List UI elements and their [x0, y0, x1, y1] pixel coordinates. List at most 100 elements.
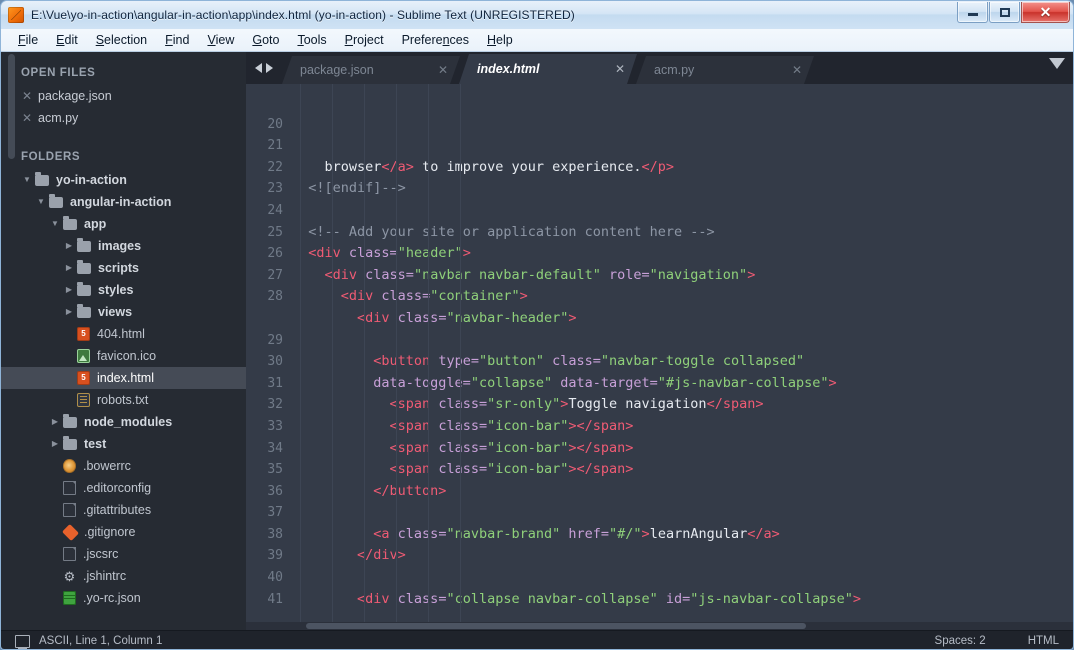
- code-content[interactable]: browser</a> to improve your experience.<…: [292, 84, 1073, 630]
- status-syntax[interactable]: HTML: [1028, 635, 1059, 647]
- line-number: 27: [246, 265, 292, 287]
- code-line[interactable]: [292, 200, 1073, 222]
- window-controls: ✕: [956, 2, 1070, 23]
- code-line[interactable]: </button>: [292, 481, 1073, 503]
- menu-selection[interactable]: Selection: [87, 31, 156, 49]
- code-area[interactable]: 2021222324252627282930313233343536373839…: [246, 84, 1073, 630]
- code-line[interactable]: <![endif]-->: [292, 178, 1073, 200]
- chevron-down-icon[interactable]: [1049, 58, 1065, 69]
- tab-close-icon[interactable]: ✕: [615, 62, 625, 76]
- menu-help[interactable]: Help: [478, 31, 522, 49]
- editor-tab-index-html[interactable]: index.html✕: [459, 54, 637, 84]
- sidebar-scrollbar[interactable]: [8, 54, 15, 159]
- title-bar[interactable]: E:\Vue\yo-in-action\angular-in-action\ap…: [1, 1, 1073, 29]
- menu-goto[interactable]: Goto: [243, 31, 288, 49]
- menu-file[interactable]: File: [9, 31, 47, 49]
- menu-view[interactable]: View: [198, 31, 243, 49]
- chevron-down-icon[interactable]: ▼: [21, 176, 33, 184]
- folder-tree-item-angular-in-action[interactable]: ▼angular-in-action: [1, 191, 246, 213]
- folder-tree-item-test[interactable]: ▶test: [1, 433, 246, 455]
- file-tree-item--gitattributes[interactable]: .gitattributes: [1, 499, 246, 521]
- chevron-down-icon[interactable]: ▼: [49, 220, 61, 228]
- menu-edit[interactable]: Edit: [47, 31, 87, 49]
- folder-tree-item-images[interactable]: ▶ images: [1, 235, 246, 257]
- folder-tree-item-styles[interactable]: ▶styles: [1, 279, 246, 301]
- status-encoding-position[interactable]: ASCII, Line 1, Column 1: [39, 635, 162, 647]
- code-line[interactable]: <button type="button" class="navbar-togg…: [292, 351, 1073, 373]
- folder-tree: ▼yo-in-action▼angular-in-action▼app ▶ imag…: [1, 169, 246, 609]
- folder-tree-item-app[interactable]: ▼app: [1, 213, 246, 235]
- chevron-right-icon[interactable]: ▶: [63, 242, 75, 250]
- code-line[interactable]: <!-- Add your site or application conten…: [292, 222, 1073, 244]
- html5-file-icon: 5: [77, 327, 90, 341]
- menu-preferences[interactable]: Preferences: [393, 31, 478, 49]
- horizontal-scrollbar[interactable]: [246, 622, 1073, 630]
- file-tree-item-index-html[interactable]: 5index.html: [1, 367, 246, 389]
- open-file-item[interactable]: ✕package.json: [1, 85, 246, 107]
- code-line[interactable]: </div>: [292, 545, 1073, 567]
- tab-close-icon[interactable]: ✕: [438, 63, 448, 77]
- menu-tools[interactable]: Tools: [288, 31, 335, 49]
- code-line[interactable]: [292, 502, 1073, 524]
- code-token-tag: >: [747, 267, 755, 283]
- code-line[interactable]: <span class="icon-bar"></span>: [292, 416, 1073, 438]
- chevron-down-icon[interactable]: ▼: [35, 198, 47, 206]
- editor-tab-package-json[interactable]: package.json✕: [282, 56, 460, 84]
- code-line[interactable]: <div class="navbar-header">: [292, 308, 1073, 330]
- chevron-right-icon[interactable]: ▶: [63, 264, 75, 272]
- code-line[interactable]: <a class="navbar-brand" href="#/">learnA…: [292, 524, 1073, 546]
- folder-label: images: [98, 239, 141, 253]
- close-icon[interactable]: ✕: [21, 89, 33, 103]
- code-token-str: "container": [430, 288, 519, 304]
- file-tree-item-404-html[interactable]: 5404.html: [1, 323, 246, 345]
- maximize-button[interactable]: [989, 2, 1020, 23]
- code-line[interactable]: data-toggle="collapse" data-target="#js-…: [292, 373, 1073, 395]
- chevron-right-icon[interactable]: ▶: [63, 286, 75, 294]
- code-token-tag: </button>: [373, 483, 446, 499]
- code-line[interactable]: <div class="header">: [292, 243, 1073, 265]
- menu-project[interactable]: Project: [336, 31, 393, 49]
- editor-tab-acm-py[interactable]: acm.py✕: [636, 56, 814, 84]
- arrow-left-icon[interactable]: [255, 63, 262, 73]
- file-tree-item-favicon-ico[interactable]: favicon.ico: [1, 345, 246, 367]
- code-line[interactable]: browser</a> to improve your experience.<…: [292, 157, 1073, 179]
- minimize-button[interactable]: [957, 2, 988, 23]
- tab-close-icon[interactable]: ✕: [792, 63, 802, 77]
- file-tree-item--editorconfig[interactable]: .editorconfig: [1, 477, 246, 499]
- code-token-punct: [292, 310, 357, 326]
- code-line[interactable]: <span class="icon-bar"></span>: [292, 459, 1073, 481]
- chevron-right-icon[interactable]: ▶: [63, 308, 75, 316]
- code-token-tag: >: [568, 461, 576, 477]
- tab-nav-arrows[interactable]: [246, 52, 282, 84]
- file-tree-item--yo-rc-json[interactable]: .yo-rc.json: [1, 587, 246, 609]
- status-indent[interactable]: Spaces: 2: [935, 635, 986, 647]
- line-number: [246, 308, 292, 330]
- menu-find[interactable]: Find: [156, 31, 198, 49]
- chevron-right-icon[interactable]: ▶: [49, 418, 61, 426]
- code-line[interactable]: <span class="icon-bar"></span>: [292, 438, 1073, 460]
- file-tree-item--gitignore[interactable]: .gitignore: [1, 521, 246, 543]
- code-line[interactable]: [292, 330, 1073, 352]
- chevron-right-icon[interactable]: ▶: [49, 440, 61, 448]
- file-tree-item--jscsrc[interactable]: .jscsrc: [1, 543, 246, 565]
- close-icon[interactable]: ✕: [21, 111, 33, 125]
- file-tree-item-robots-txt[interactable]: robots.txt: [1, 389, 246, 411]
- code-token-tag: >: [568, 310, 576, 326]
- file-tree-item--bowerrc[interactable]: .bowerrc: [1, 455, 246, 477]
- code-line[interactable]: <div class="navbar navbar-default" role=…: [292, 265, 1073, 287]
- folder-tree-item-scripts[interactable]: ▶scripts: [1, 257, 246, 279]
- code-line[interactable]: <div class="collapse navbar-collapse" id…: [292, 589, 1073, 611]
- arrow-right-icon[interactable]: [266, 63, 273, 73]
- close-button[interactable]: ✕: [1021, 2, 1070, 23]
- open-file-item[interactable]: ✕acm.py: [1, 107, 246, 129]
- folder-icon: [63, 417, 77, 428]
- code-line[interactable]: [292, 567, 1073, 589]
- code-line[interactable]: <div class="container">: [292, 286, 1073, 308]
- line-number: 37: [246, 502, 292, 524]
- file-tree-item--jshintrc[interactable]: ⚙.jshintrc: [1, 565, 246, 587]
- code-line[interactable]: <span class="sr-only">Toggle navigation<…: [292, 394, 1073, 416]
- plain-file-icon: [63, 481, 76, 495]
- folder-tree-item-views[interactable]: ▶views: [1, 301, 246, 323]
- folder-tree-item-node-modules[interactable]: ▶node_modules: [1, 411, 246, 433]
- folder-tree-item-yo-in-action[interactable]: ▼yo-in-action: [1, 169, 246, 191]
